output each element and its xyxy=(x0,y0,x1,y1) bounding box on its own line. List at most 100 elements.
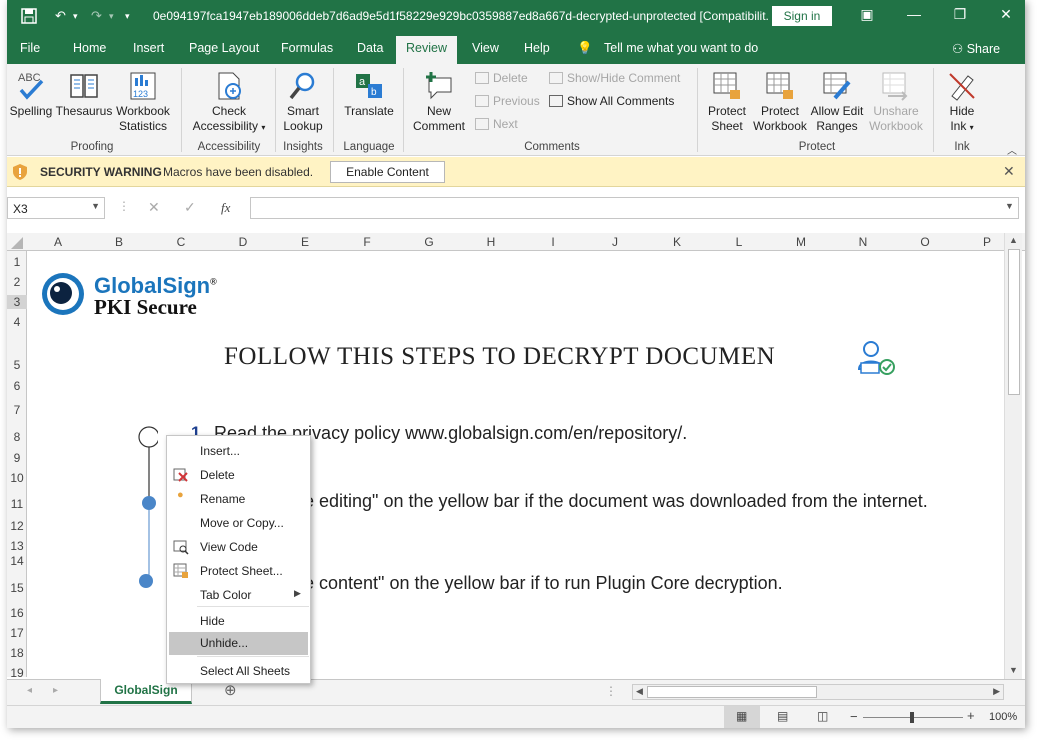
delete-comment-button[interactable]: Delete xyxy=(475,71,528,85)
menu-item-delete[interactable]: Delete xyxy=(200,468,235,482)
row-header[interactable]: 3 xyxy=(7,295,27,309)
row-header[interactable]: 16 xyxy=(7,606,27,620)
scroll-up-icon[interactable]: ▲ xyxy=(1009,235,1018,245)
column-header[interactable]: L xyxy=(708,235,770,249)
horizontal-scroll-thumb[interactable] xyxy=(647,686,817,698)
scroll-right-icon[interactable]: ▶ xyxy=(993,686,1000,697)
page-break-view-icon[interactable]: ◫ xyxy=(817,709,828,723)
row-header[interactable]: 9 xyxy=(7,451,27,465)
restore-icon[interactable]: ❐ xyxy=(945,6,975,23)
close-icon[interactable]: ✕ xyxy=(991,6,1021,23)
column-header[interactable]: F xyxy=(336,235,398,249)
sign-in-button[interactable]: Sign in xyxy=(772,6,832,26)
menu-item-select-all-sheets[interactable]: Select All Sheets xyxy=(200,664,290,678)
name-box[interactable]: X3 ▼ xyxy=(7,197,105,219)
zoom-in-icon[interactable]: + xyxy=(967,708,975,723)
tab-formulas[interactable]: Formulas xyxy=(281,41,333,55)
tab-insert[interactable]: Insert xyxy=(133,41,164,55)
close-security-bar-icon[interactable]: ✕ xyxy=(1003,163,1015,180)
row-header[interactable]: 13 xyxy=(7,539,27,553)
menu-item-hide[interactable]: Hide xyxy=(200,614,225,628)
column-header[interactable]: O xyxy=(894,235,956,249)
column-header[interactable]: B xyxy=(88,235,150,249)
enable-content-button[interactable]: Enable Content xyxy=(330,161,445,183)
redo-dropdown-icon[interactable]: ▾ xyxy=(109,11,114,22)
next-comment-button[interactable]: Next xyxy=(475,117,518,131)
column-header[interactable]: E xyxy=(274,235,336,249)
row-header[interactable]: 7 xyxy=(7,403,27,417)
tab-home[interactable]: Home xyxy=(73,41,106,55)
thesaurus-button[interactable]: Thesaurus xyxy=(55,70,113,119)
horizontal-scrollbar[interactable]: ◀ ▶ xyxy=(632,684,1004,700)
check-accessibility-button[interactable]: Check Accessibility ▾ xyxy=(187,70,271,135)
protect-workbook-button[interactable]: Protect Workbook xyxy=(751,70,809,134)
column-header[interactable]: J xyxy=(584,235,646,249)
row-header[interactable]: 8 xyxy=(7,430,27,444)
translate-button[interactable]: ab Translate xyxy=(337,70,401,119)
row-header[interactable]: 11 xyxy=(7,497,27,511)
menu-item-insert[interactable]: Insert... xyxy=(200,444,240,458)
scroll-down-icon[interactable]: ▼ xyxy=(1009,665,1018,675)
spelling-button[interactable]: ABC Spelling xyxy=(9,70,53,119)
vertical-scroll-thumb[interactable] xyxy=(1008,249,1020,395)
undo-icon[interactable]: ↶ xyxy=(55,8,66,24)
enter-formula-icon[interactable]: ✓ xyxy=(184,199,196,216)
row-header[interactable]: 1 xyxy=(7,255,27,269)
tab-file[interactable]: File xyxy=(20,41,40,55)
column-header[interactable]: M xyxy=(770,235,832,249)
column-header[interactable]: A xyxy=(28,235,88,249)
allow-edit-ranges-button[interactable]: Allow Edit Ranges xyxy=(807,70,867,134)
row-header[interactable]: 5 xyxy=(7,358,27,372)
protect-sheet-button[interactable]: Protect Sheet xyxy=(701,70,753,134)
zoom-slider-thumb[interactable] xyxy=(910,712,914,723)
tab-page-layout[interactable]: Page Layout xyxy=(189,41,259,55)
row-header[interactable]: 2 xyxy=(7,275,27,289)
tab-scroll-left-icon[interactable]: ◂ xyxy=(27,685,32,696)
customize-qat-icon[interactable]: ▾ xyxy=(125,11,130,22)
column-header[interactable]: G xyxy=(398,235,460,249)
row-header[interactable]: 10 xyxy=(7,471,27,485)
menu-item-rename[interactable]: Rename xyxy=(200,492,245,506)
unshare-workbook-button[interactable]: Unshare Workbook xyxy=(867,70,925,134)
scroll-left-icon[interactable]: ◀ xyxy=(636,686,643,697)
menu-item-protect-sheet[interactable]: Protect Sheet... xyxy=(200,564,283,578)
cancel-formula-icon[interactable]: ✕ xyxy=(148,199,160,216)
menu-item-tab-color[interactable]: Tab Color xyxy=(200,588,251,602)
undo-dropdown-icon[interactable]: ▾ xyxy=(73,11,78,22)
new-comment-button[interactable]: New Comment xyxy=(407,70,471,134)
zoom-slider[interactable] xyxy=(863,712,963,723)
row-header[interactable]: 12 xyxy=(7,519,27,533)
insert-function-icon[interactable]: fx xyxy=(221,200,230,216)
page-layout-view-icon[interactable]: ▤ xyxy=(777,709,788,723)
expand-formula-icon[interactable]: ▼ xyxy=(1005,201,1014,211)
share-button[interactable]: ⚇ Share xyxy=(952,41,1000,56)
tell-me-box[interactable]: Tell me what you want to do xyxy=(604,41,758,55)
formula-input[interactable] xyxy=(250,197,1019,219)
column-header[interactable]: D xyxy=(212,235,274,249)
previous-comment-button[interactable]: Previous xyxy=(475,94,540,108)
row-header[interactable]: 18 xyxy=(7,646,27,660)
column-header[interactable]: N xyxy=(832,235,894,249)
hide-ink-button[interactable]: Hide Ink ▾ xyxy=(939,70,985,135)
minimize-icon[interactable]: — xyxy=(899,6,929,22)
tab-scroll-right-icon[interactable]: ▸ xyxy=(53,685,58,696)
smart-lookup-button[interactable]: Smart Lookup xyxy=(279,70,327,134)
row-header[interactable]: 17 xyxy=(7,626,27,640)
tab-view[interactable]: View xyxy=(472,41,499,55)
column-header[interactable]: K xyxy=(646,235,708,249)
save-icon[interactable] xyxy=(21,8,37,24)
select-all-icon[interactable] xyxy=(11,237,23,249)
column-header[interactable]: H xyxy=(460,235,522,249)
zoom-level[interactable]: 100% xyxy=(989,711,1017,723)
column-header[interactable]: I xyxy=(522,235,584,249)
menu-item-move-or-copy[interactable]: Move or Copy... xyxy=(200,516,284,530)
tab-data[interactable]: Data xyxy=(357,41,383,55)
workbook-statistics-button[interactable]: 123 Workbook Statistics xyxy=(113,70,173,134)
zoom-out-icon[interactable]: − xyxy=(850,709,858,724)
ribbon-display-options-icon[interactable]: ▣ xyxy=(852,6,882,23)
row-header[interactable]: 14 xyxy=(7,554,27,568)
row-header[interactable]: 15 xyxy=(7,581,27,595)
show-all-comments-button[interactable]: Show All Comments xyxy=(549,94,674,108)
show-hide-comment-button[interactable]: Show/Hide Comment xyxy=(549,71,680,85)
row-header[interactable]: 4 xyxy=(7,315,27,329)
